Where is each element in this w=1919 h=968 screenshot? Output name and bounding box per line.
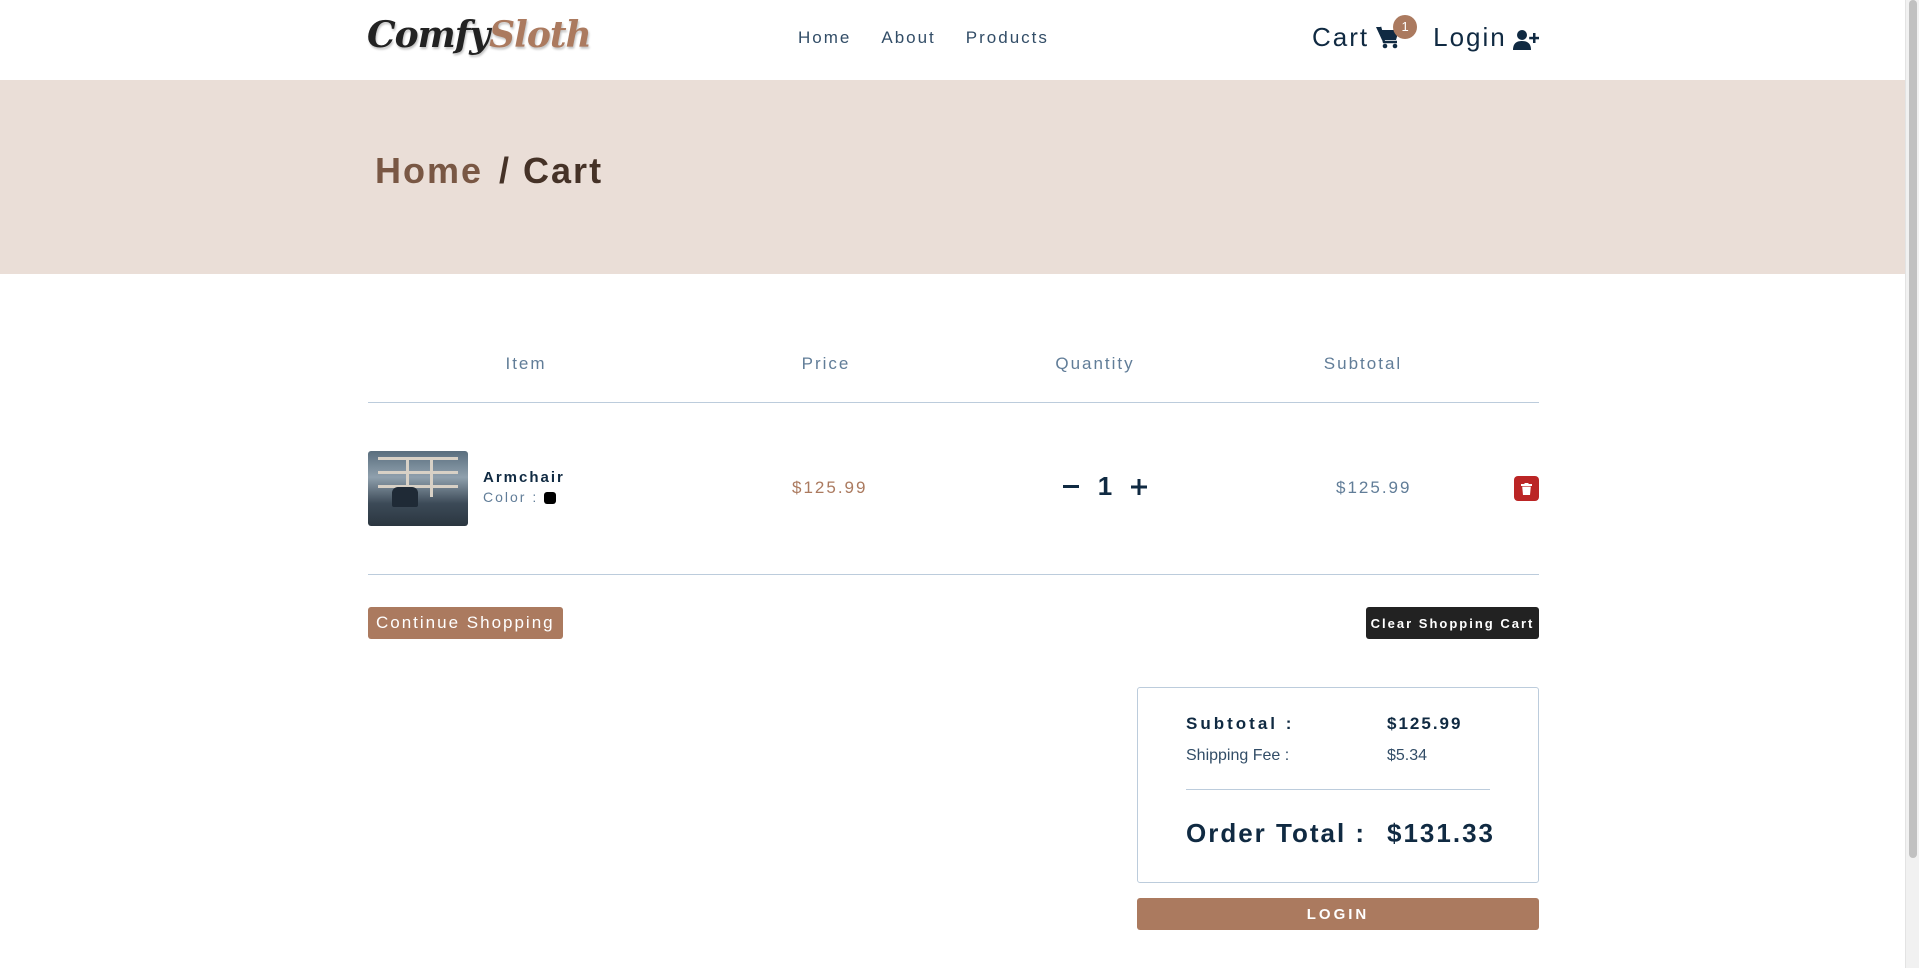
column-subtotal: Subtotal — [1323, 354, 1403, 373]
page-hero: Home / Cart — [0, 80, 1905, 274]
breadcrumb-current: / Cart — [499, 150, 604, 191]
cart-totals: Subtotal : $125.99 Shipping Fee : $5.34 … — [1137, 687, 1539, 883]
order-total-value: $131.33 — [1387, 818, 1495, 848]
logo-text-comfy: Comfy — [367, 14, 490, 56]
cart-button[interactable]: Cart 1 — [1312, 14, 1418, 53]
shipping-fee-label: Shipping Fee : — [1186, 747, 1290, 764]
clear-cart-button[interactable]: Clear Shopping Cart — [1366, 607, 1539, 639]
nav-link-about[interactable]: About — [881, 28, 935, 48]
item-color-label: Color : — [483, 489, 539, 505]
login-label: Login — [1433, 22, 1507, 52]
cart-icon: 1 — [1375, 14, 1418, 51]
increase-quantity-button[interactable] — [1124, 472, 1154, 502]
column-quantity: Quantity — [1055, 354, 1135, 373]
item-subtotal: $125.99 — [1336, 478, 1412, 497]
remove-item-button[interactable] — [1514, 476, 1539, 501]
scrollbar-thumb[interactable] — [1909, 0, 1917, 858]
nav-link-products[interactable]: Products — [966, 28, 1049, 48]
vertical-scrollbar[interactable] — [1905, 0, 1919, 968]
quantity-stepper: 1 — [1056, 471, 1154, 502]
nav-actions: Cart 1 Login — [1312, 14, 1539, 53]
logo[interactable]: ComfySloth — [367, 14, 592, 56]
cart-columns: Item Price Quantity Subtotal — [368, 354, 1539, 374]
user-plus-icon — [1512, 27, 1539, 50]
shipping-fee-value: $5.34 — [1387, 747, 1428, 764]
item-name: Armchair — [483, 469, 565, 486]
totals-divider — [1186, 789, 1490, 790]
decrease-quantity-button[interactable] — [1056, 472, 1086, 502]
breadcrumb-home-link[interactable]: Home — [375, 150, 483, 192]
column-price: Price — [801, 354, 851, 373]
product-image — [368, 451, 468, 526]
subtotal-value: $125.99 — [1387, 714, 1463, 733]
cart-count-badge: 1 — [1393, 14, 1418, 39]
divider — [368, 574, 1539, 575]
checkout-login-button[interactable]: LOGIN — [1137, 898, 1539, 930]
cart-item: Armchair Color : $125.99 1 $125.99 — [368, 451, 1539, 527]
trash-icon — [1521, 482, 1532, 495]
navbar: ComfySloth Home About Products Cart 1 Lo… — [0, 0, 1905, 80]
order-total-label: Order Total : — [1186, 818, 1367, 848]
nav-links: Home About Products — [798, 28, 1079, 48]
logo-text-sloth: Sloth — [489, 14, 591, 56]
continue-shopping-button[interactable]: Continue Shopping — [368, 607, 563, 639]
nav-link-home[interactable]: Home — [798, 28, 851, 48]
column-item: Item — [505, 354, 547, 373]
item-color-swatch — [544, 492, 556, 504]
quantity-value: 1 — [1097, 471, 1113, 501]
minus-icon — [1063, 484, 1079, 488]
divider — [368, 402, 1539, 403]
login-button[interactable]: Login — [1433, 22, 1539, 53]
cart-label: Cart — [1312, 22, 1370, 52]
subtotal-label: Subtotal : — [1186, 714, 1295, 733]
breadcrumb: Home / Cart — [375, 150, 603, 192]
item-price: $125.99 — [792, 478, 868, 497]
plus-icon — [1131, 478, 1147, 495]
